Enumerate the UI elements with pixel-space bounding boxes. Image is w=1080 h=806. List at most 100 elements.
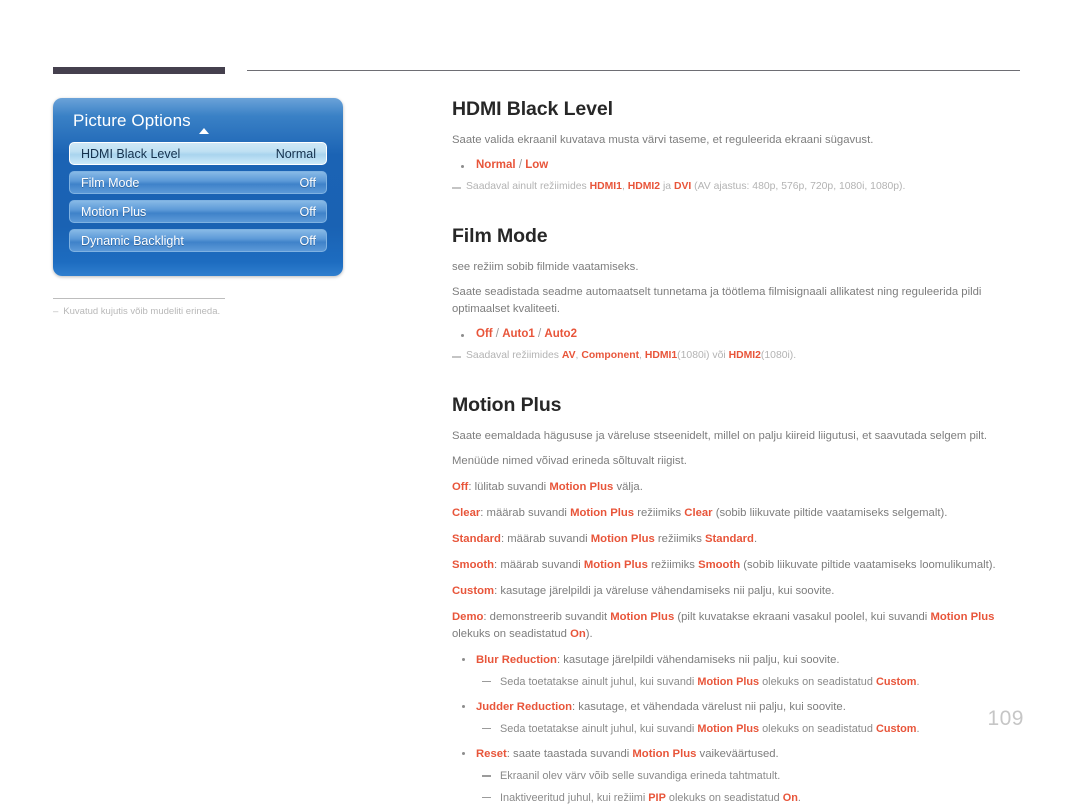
- sub-ref: Custom: [875, 722, 917, 735]
- osd-row-film-mode[interactable]: Film Mode Off: [69, 171, 327, 194]
- mode-ref: Smooth: [698, 558, 741, 571]
- sub-note-judder-reduction: Seda toetatakse ainult juhul, kui suvand…: [452, 721, 1022, 737]
- osd-row-value: Off: [299, 204, 316, 219]
- option-list-hdmi-black-level: Normal / Low: [452, 159, 1022, 171]
- option-value: Off: [476, 327, 493, 340]
- caret-up-icon: [199, 128, 209, 134]
- mode-text: : lülitab suvandi: [468, 481, 550, 494]
- sub-note-blur-reduction: Seda toetatakse ainult juhul, kui suvand…: [452, 674, 1022, 690]
- mode-text: : määrab suvandi: [500, 533, 591, 545]
- option-separator: /: [515, 158, 526, 171]
- availability-sep: ja: [660, 180, 674, 192]
- availability-mode: Component: [581, 349, 640, 361]
- option-separator: /: [492, 327, 503, 340]
- osd-menu-title: Picture Options: [73, 111, 191, 130]
- availability-sep: (1080i) või: [677, 349, 729, 361]
- osd-row-label: Film Mode: [81, 175, 140, 190]
- sub-ref: Motion Plus: [697, 675, 760, 688]
- sub-text: Seda toetatakse ainult juhul, kui suvand…: [500, 675, 698, 688]
- osd-row-label: Motion Plus: [81, 204, 147, 219]
- section-motion-plus: Motion Plus Saate eemaldada hägususe ja …: [452, 394, 1022, 806]
- mode-text: : määrab suvandi: [494, 558, 584, 571]
- mode-text: olekuks on seadistatud: [452, 627, 571, 640]
- note-text: Kuvatud kujutis võib mudeliti erineda.: [63, 306, 221, 317]
- mode-text: režiimiks: [634, 507, 685, 520]
- bullet-judder-reduction: Judder Reduction: kasutage, et vähendada…: [452, 699, 1022, 716]
- sub-text: Inaktiveeritud juhul, kui režiimi: [500, 791, 649, 804]
- option-value: Auto2: [544, 327, 577, 340]
- bullet-blur-reduction: Blur Reduction: kasutage järelpildi vähe…: [452, 652, 1022, 669]
- osd-row-motion-plus[interactable]: Motion Plus Off: [69, 200, 327, 223]
- mode-ref: Motion Plus: [549, 481, 614, 494]
- section-description-2: Saate seadistada seadme automaatselt tun…: [452, 285, 982, 316]
- osd-illustration-column: Picture Options HDMI Black Level Normal …: [53, 98, 353, 317]
- section-title: HDMI Black Level: [452, 98, 613, 120]
- sub-ref: Motion Plus: [697, 722, 760, 735]
- bullet-reset: Reset: saate taastada suvandi Motion Plu…: [452, 746, 1022, 763]
- bullet-ref: Motion Plus: [632, 748, 697, 761]
- availability-note-hdmi-black-level: Saadaval ainult režiimides HDMI1, HDMI2 …: [452, 180, 1022, 195]
- mode-name: Clear: [452, 507, 481, 520]
- content-column: HDMI Black Level Saate valida ekraanil k…: [452, 98, 1022, 806]
- availability-mode: HDMI1: [644, 349, 678, 361]
- mode-name: Standard: [452, 533, 501, 545]
- section-title: Motion Plus: [452, 394, 562, 417]
- section-hdmi-black-level: HDMI Black Level Saate valida ekraanil k…: [452, 98, 1022, 194]
- sub-ref: PIP: [648, 791, 666, 804]
- osd-row-label: Dynamic Backlight: [81, 233, 184, 248]
- mode-name: Off: [452, 481, 469, 494]
- section-description-1: Saate eemaldada hägususe ja väreluse sts…: [452, 430, 988, 443]
- availability-mode: DVI: [673, 180, 692, 192]
- mode-ref: On: [570, 627, 586, 640]
- bullet-text: : saate taastada suvandi: [506, 748, 633, 761]
- mode-ref: Motion Plus: [590, 533, 655, 545]
- mode-line-off: Off: lülitab suvandi Motion Plus välja.: [452, 479, 1022, 496]
- availability-mode: AV: [561, 349, 576, 361]
- mode-ref: Motion Plus: [583, 558, 648, 571]
- availability-prefix: Saadaval režiimides: [466, 349, 562, 361]
- availability-prefix: Saadaval ainult režiimides: [466, 180, 590, 192]
- section-film-mode: Film Mode see režiim sobib filmide vaata…: [452, 225, 1022, 363]
- mode-ref: Motion Plus: [930, 610, 995, 623]
- mode-ref: Standard: [705, 533, 754, 545]
- sub-note-reset-color: Ekraanil olev värv võib selle suvandiga …: [452, 768, 1022, 784]
- mode-ref: Clear: [684, 507, 713, 520]
- mode-text: välja.: [613, 481, 643, 494]
- sub-note-reset-pip: Inaktiveeritud juhul, kui režiimi PIP ol…: [452, 790, 1022, 806]
- osd-row-dynamic-backlight[interactable]: Dynamic Backlight Off: [69, 229, 327, 252]
- section-title: Film Mode: [452, 225, 548, 248]
- section-description-2: Menüüde nimed võivad erineda sõltuvalt r…: [452, 454, 687, 467]
- mode-name: Demo: [452, 610, 484, 623]
- option-value: Low: [525, 158, 549, 171]
- sub-text: olekuks on seadistatud: [759, 675, 876, 688]
- sub-text: .: [797, 791, 801, 804]
- osd-menu-panel: Picture Options HDMI Black Level Normal …: [53, 98, 343, 276]
- osd-row-label: HDMI Black Level: [81, 146, 181, 161]
- osd-row-value: Off: [299, 175, 316, 190]
- mode-line-standard: Standard: määrab suvandi Motion Plus rež…: [452, 531, 1022, 548]
- mode-ref: Motion Plus: [570, 507, 635, 520]
- osd-row-hdmi-black-level[interactable]: HDMI Black Level Normal: [69, 142, 327, 165]
- section-description-1: see režiim sobib filmide vaatamiseks.: [452, 261, 639, 274]
- mode-name: Smooth: [452, 558, 495, 571]
- osd-row-value: Normal: [275, 146, 316, 161]
- page-header-rules: [0, 0, 1080, 80]
- mode-line-demo: Demo: demonstreerib suvandit Motion Plus…: [452, 609, 1022, 643]
- option-list-film-mode: Off / Auto1 / Auto2: [452, 328, 1022, 340]
- sub-text: olekuks on seadistatud: [759, 722, 876, 735]
- mode-text: režiimiks: [647, 558, 699, 571]
- header-thin-rule: [247, 70, 1020, 71]
- mode-text: (sobib liikuvate piltide vaatamiseks loo…: [740, 558, 996, 571]
- bullet-name: Judder Reduction: [476, 700, 573, 713]
- option-value: Auto1: [502, 327, 535, 340]
- mode-text: : demonstreerib suvandit: [483, 610, 611, 623]
- osd-note-divider: [53, 298, 225, 299]
- mode-text: .: [753, 533, 758, 545]
- mode-line-clear: Clear: määrab suvandi Motion Plus režiim…: [452, 505, 1022, 522]
- header-thick-bar: [53, 67, 225, 74]
- mode-text: ).: [585, 627, 593, 640]
- mode-text: : kasutage järelpildi ja väreluse vähend…: [494, 584, 835, 597]
- mode-ref: Motion Plus: [610, 610, 675, 623]
- sub-text: .: [916, 722, 920, 735]
- mode-text: : määrab suvandi: [480, 507, 571, 520]
